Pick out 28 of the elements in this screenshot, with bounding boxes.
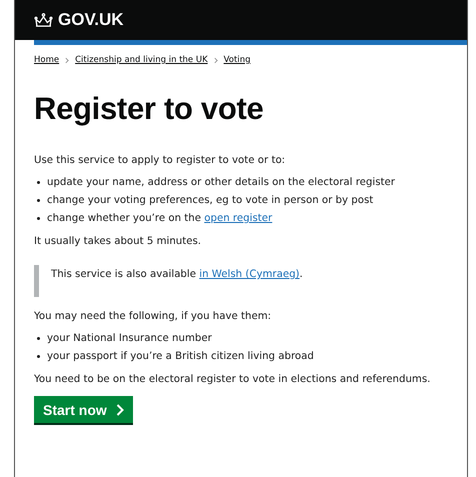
body-text: It usually takes about 5 minutes.: [34, 236, 202, 247]
inset-text: This service is also available in Welsh (Cymraeg).: [51, 268, 303, 282]
bullet-icon: [37, 217, 40, 220]
body-text: You may need the following, if you have them:: [34, 311, 272, 322]
body-text: You need to be on the electoral register to vote in elections and referendums.: [34, 374, 432, 385]
text-link[interactable]: open register: [204, 213, 272, 224]
breadcrumb-link[interactable]: Voting: [224, 55, 250, 65]
bullet-icon: [37, 181, 40, 184]
crown-icon: [34, 12, 53, 28]
list-item-text: your passport if you’re a British citizen living abroad: [47, 351, 314, 362]
body-text: Use this service to apply to register to vote or to:: [34, 155, 286, 166]
start-button[interactable]: Start now: [34, 396, 133, 425]
bullet-icon: [37, 355, 40, 358]
text-link[interactable]: in Welsh (Cymraeg): [199, 269, 300, 280]
breadcrumb-link[interactable]: Home: [34, 55, 60, 65]
inset-bar: [34, 265, 39, 297]
page-title: Register to vote: [34, 91, 264, 127]
list-item-text: change whether you’re on the open register: [47, 213, 272, 224]
bullet-icon: [37, 199, 40, 202]
chevron-icon: [214, 56, 218, 64]
chevron-icon: [65, 56, 70, 64]
list-item-text: update your name, address or other details on the electoral register: [47, 177, 395, 188]
list-item-text: change your voting preferences, eg to vote in person or by post: [47, 195, 374, 206]
breadcrumb-link[interactable]: Citizenship and living in the UK: [75, 55, 208, 65]
logo-link[interactable]: GOV.UK: [34, 10, 124, 30]
chevron-icon: [116, 404, 124, 416]
bullet-icon: [37, 337, 40, 340]
list-item-text: your National Insurance number: [47, 333, 212, 344]
